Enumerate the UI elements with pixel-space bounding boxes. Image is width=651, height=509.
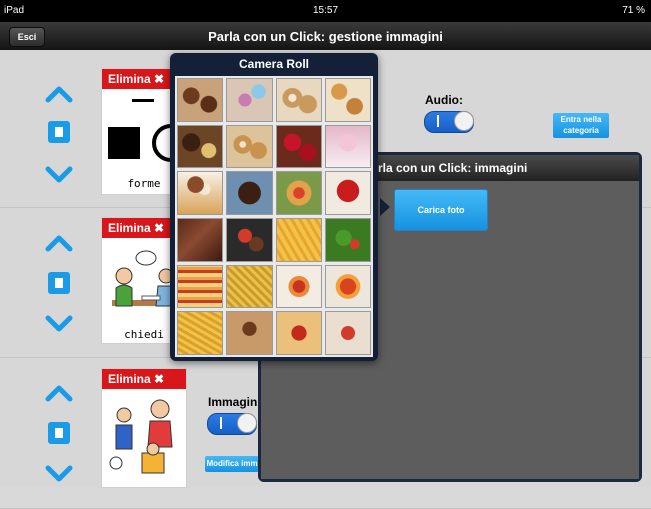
audio-toggle[interactable] <box>424 111 474 133</box>
photo-thumbnail[interactable] <box>275 171 322 215</box>
camera-roll-popover: Camera Roll <box>170 53 378 361</box>
audio-label: Audio: <box>425 93 463 107</box>
image-toggle[interactable] <box>207 413 257 435</box>
delete-label: Elimina <box>108 372 151 386</box>
navigation-bar: Esci Parla con un Click: gestione immagi… <box>0 22 651 50</box>
photo-thumbnail[interactable] <box>226 124 273 169</box>
photo-thumbnail[interactable] <box>177 124 224 169</box>
battery-level: 71 % <box>622 5 645 16</box>
edit-document-button[interactable] <box>48 422 70 444</box>
delete-label: Elimina <box>108 221 151 235</box>
cross-icon: ✖ <box>154 72 165 86</box>
photo-thumbnail[interactable] <box>275 264 322 309</box>
upload-photo-button[interactable]: Carica foto <box>394 189 488 231</box>
photo-thumbnail[interactable] <box>226 78 273 122</box>
move-down-icon[interactable] <box>44 462 74 488</box>
move-down-icon[interactable] <box>44 163 74 189</box>
edit-document-button[interactable] <box>48 121 70 143</box>
photo-thumbnail[interactable] <box>226 218 273 262</box>
photo-thumbnail[interactable] <box>177 78 224 122</box>
photo-thumbnail[interactable] <box>324 78 371 122</box>
page-title: Parla con un Click: gestione immagini <box>208 29 443 44</box>
move-up-icon[interactable] <box>44 80 74 106</box>
move-down-icon[interactable] <box>44 312 74 338</box>
enter-category-button[interactable]: Entra nella categoria <box>553 113 609 138</box>
symbol-card[interactable]: Elimina ✖ <box>101 368 187 488</box>
photo-thumbnail[interactable] <box>177 171 224 215</box>
panel-title: rla con un Click: immagini <box>378 161 528 175</box>
popover-arrow <box>380 198 390 216</box>
photo-thumbnail[interactable] <box>226 171 273 215</box>
move-up-icon[interactable] <box>44 379 74 405</box>
photo-thumbnail[interactable] <box>275 124 322 169</box>
photo-thumbnail[interactable] <box>177 218 224 262</box>
photo-thumbnail[interactable] <box>324 311 371 355</box>
image-label: Immagin <box>208 395 258 409</box>
photo-thumbnail[interactable] <box>275 78 322 122</box>
delete-label: Elimina <box>108 72 151 86</box>
photo-thumbnail[interactable] <box>275 311 322 355</box>
photo-thumbnail[interactable] <box>324 124 371 169</box>
popover-title: Camera Roll <box>238 57 310 71</box>
clock: 15:57 <box>312 5 339 16</box>
photo-thumbnail[interactable] <box>177 264 224 309</box>
move-up-icon[interactable] <box>44 229 74 255</box>
photo-grid <box>175 76 373 357</box>
photo-thumbnail[interactable] <box>324 218 371 262</box>
document-icon <box>55 428 63 438</box>
photo-thumbnail[interactable] <box>275 218 322 262</box>
photo-thumbnail[interactable] <box>324 171 371 215</box>
photo-thumbnail[interactable] <box>324 264 371 309</box>
document-icon <box>55 278 63 288</box>
modify-image-button[interactable]: Modifica imm <box>205 456 259 472</box>
edit-document-button[interactable] <box>48 272 70 294</box>
photo-thumbnail[interactable] <box>177 311 224 355</box>
cross-icon: ✖ <box>154 221 165 235</box>
delete-button[interactable]: Elimina ✖ <box>102 369 186 389</box>
photo-thumbnail[interactable] <box>226 311 273 355</box>
document-icon <box>55 127 63 137</box>
photo-thumbnail[interactable] <box>226 264 273 309</box>
cross-icon: ✖ <box>154 372 165 386</box>
symbol-image <box>109 399 173 474</box>
status-bar: iPad 15:57 71 % <box>0 0 651 22</box>
